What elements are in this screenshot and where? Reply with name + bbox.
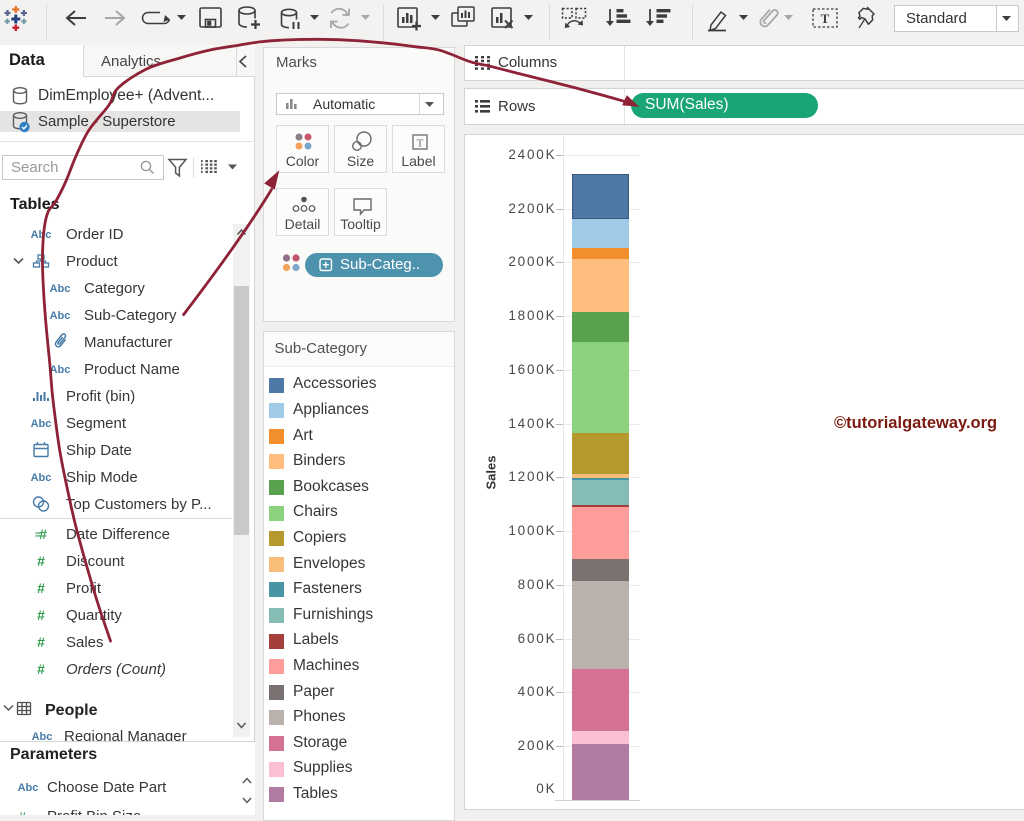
svg-text:T: T <box>821 11 830 26</box>
svg-text:Category: Category <box>84 280 145 297</box>
svg-text:People: People <box>45 702 98 719</box>
svg-text:#: # <box>37 607 45 623</box>
svg-text:Abc: Abc <box>50 364 71 376</box>
svg-text:#: # <box>37 553 45 569</box>
svg-text:#: # <box>39 526 47 542</box>
svg-text:#: # <box>18 809 26 815</box>
svg-text:Discount: Discount <box>66 553 125 570</box>
svg-text:Abc: Abc <box>50 283 71 295</box>
svg-text:Profit (bin): Profit (bin) <box>66 388 135 405</box>
svg-text:Ship Date: Ship Date <box>66 442 132 459</box>
svg-text:Abc: Abc <box>31 229 52 241</box>
svg-text:Product: Product <box>66 253 119 270</box>
svg-text:#: # <box>37 634 45 650</box>
svg-text:Abc: Abc <box>31 418 52 430</box>
svg-text:Top Customers by P...: Top Customers by P... <box>66 496 212 513</box>
svg-text:Standard: Standard <box>906 10 967 27</box>
svg-text:Profit: Profit <box>66 580 102 597</box>
svg-text:T: T <box>417 138 424 150</box>
svg-text:#: # <box>37 661 45 677</box>
svg-text:Sub-Category: Sub-Category <box>84 307 177 324</box>
svg-text:Order ID: Order ID <box>66 226 124 243</box>
svg-text:Abc: Abc <box>31 472 52 484</box>
svg-text:Abc: Abc <box>50 310 71 322</box>
svg-text:Sales: Sales <box>66 634 104 651</box>
svg-text:Orders (Count): Orders (Count) <box>66 661 166 678</box>
svg-text:Choose Date Part: Choose Date Part <box>47 779 167 796</box>
svg-text:Quantity: Quantity <box>66 607 122 624</box>
svg-text:#: # <box>37 580 45 596</box>
svg-text:Segment: Segment <box>66 415 127 432</box>
svg-text:Date Difference: Date Difference <box>66 526 170 543</box>
svg-text:Product Name: Product Name <box>84 361 180 378</box>
svg-text:Ship Mode: Ship Mode <box>66 469 138 486</box>
svg-text:Abc: Abc <box>18 782 39 794</box>
svg-text:Manufacturer: Manufacturer <box>84 334 172 351</box>
